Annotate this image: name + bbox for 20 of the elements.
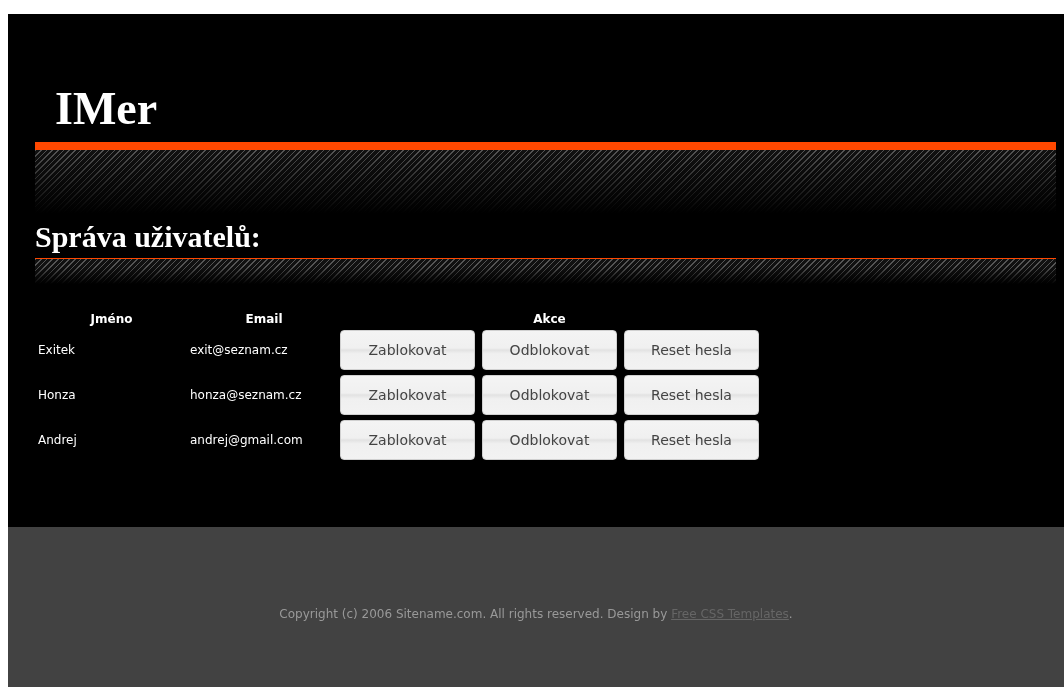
action-button[interactable]: Reset hesla (624, 330, 759, 370)
user-email: honza@seznam.cz (190, 388, 302, 402)
site-title: IMer (55, 84, 158, 134)
user-name: Honza (38, 388, 76, 402)
action-button[interactable]: Reset hesla (624, 420, 759, 460)
action-button[interactable]: Zablokovat (340, 375, 475, 415)
action-button[interactable]: Zablokovat (340, 420, 475, 460)
user-name: Exitek (38, 343, 76, 357)
user-name: Andrej (38, 433, 77, 447)
column-header: Akce (532, 311, 567, 328)
action-button[interactable]: Reset hesla (624, 375, 759, 415)
column-header: Jméno (88, 311, 134, 328)
action-button[interactable]: Odblokovat (482, 330, 617, 370)
user-email: exit@seznam.cz (190, 343, 288, 357)
action-button[interactable]: Zablokovat (340, 330, 475, 370)
user-email: andrej@gmail.com (190, 433, 303, 447)
page-heading: Správa uživatelů: (35, 219, 261, 255)
action-button[interactable]: Odblokovat (482, 375, 617, 415)
column-header: Email (244, 311, 284, 328)
action-button[interactable]: Odblokovat (482, 420, 617, 460)
